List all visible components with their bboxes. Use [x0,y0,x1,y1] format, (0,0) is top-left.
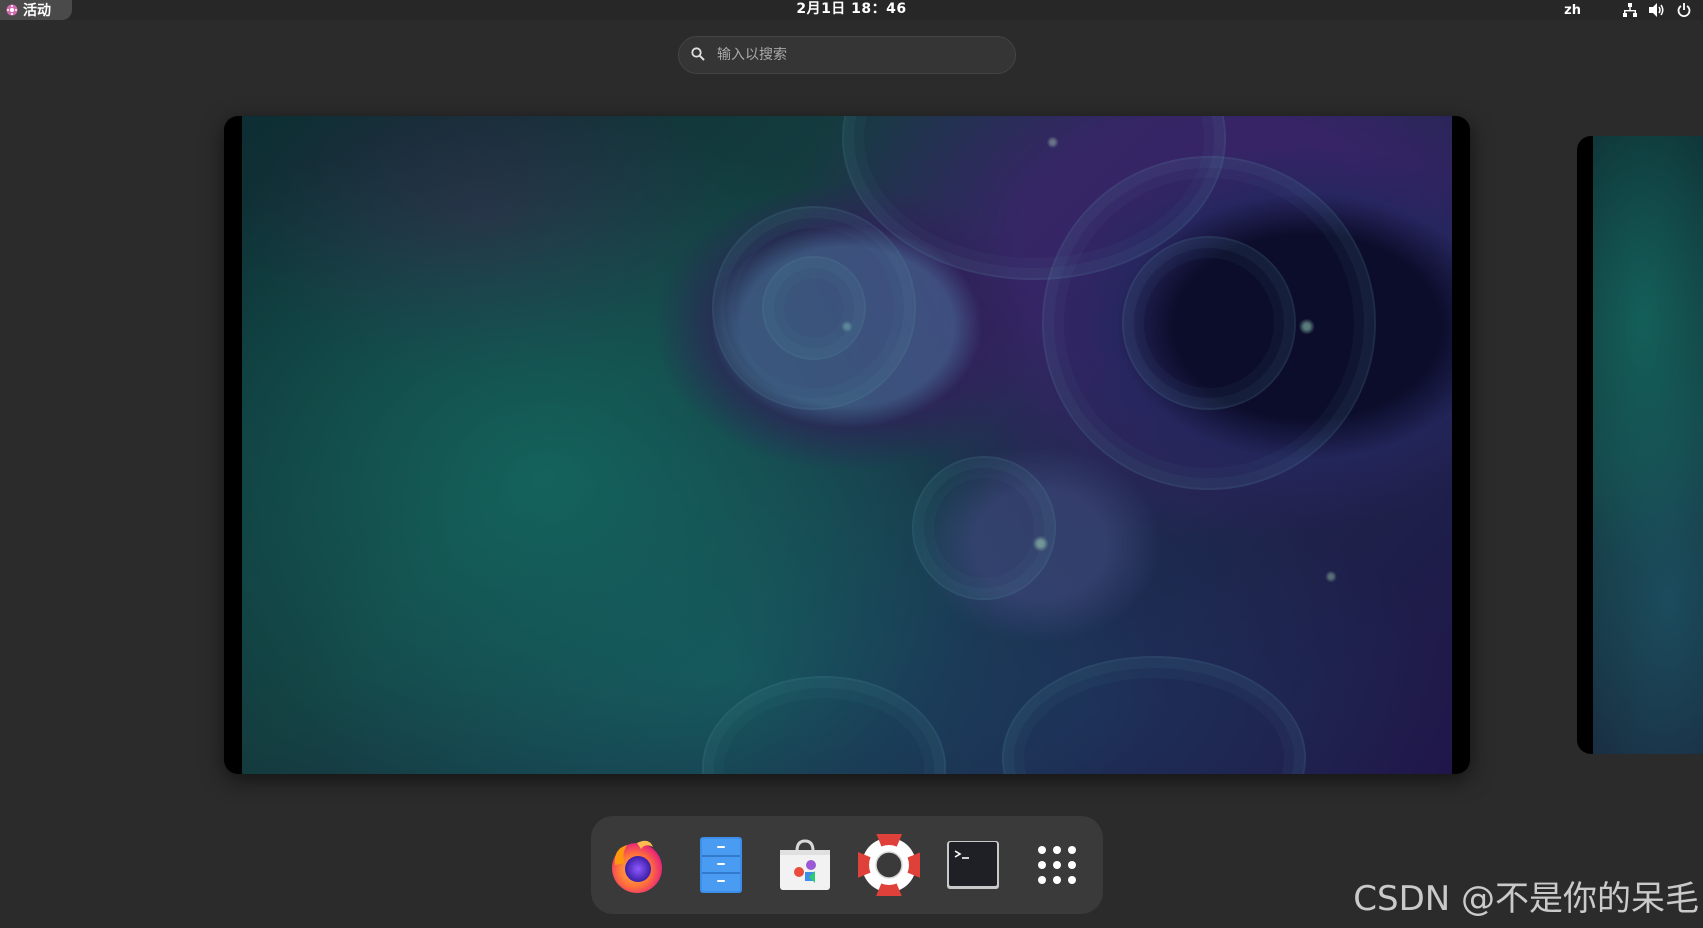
nebula-ring [1122,236,1296,410]
files-icon [696,835,746,895]
dash-item-firefox[interactable] [606,834,668,896]
system-tray[interactable]: zh [1564,0,1691,20]
workspace-thumbnail-next[interactable] [1577,136,1703,754]
dash-item-terminal[interactable] [942,834,1004,896]
volume-icon[interactable] [1649,3,1665,17]
help-icon [858,834,920,896]
search-icon [691,46,705,65]
search-input[interactable] [715,46,989,64]
nebula-ring [912,456,1056,600]
dash-item-help[interactable] [858,834,920,896]
dash-item-software[interactable] [774,834,836,896]
firefox-icon [607,835,667,895]
language-indicator[interactable]: zh [1564,3,1581,18]
nebula-ring [762,256,866,360]
nebula-ring [702,676,946,774]
power-icon[interactable] [1677,3,1691,17]
watermark: CSDN @不是你的呆毛 [1353,879,1699,919]
nebula-ring [1002,656,1306,774]
app-grid-icon [1036,844,1078,886]
terminal-icon [945,839,1001,891]
workspace-thumbnail-current[interactable] [224,116,1470,774]
wallpaper [242,116,1452,774]
software-icon [775,835,835,895]
search-box[interactable] [678,36,1016,74]
network-icon[interactable] [1623,3,1637,17]
dash-item-show-applications[interactable] [1026,834,1088,896]
wallpaper [1593,136,1703,754]
dash-item-files[interactable] [690,834,752,896]
dash [591,816,1103,914]
clock[interactable]: 2月1日 18：46 [0,0,1703,20]
top-bar: 活动 2月1日 18：46 zh [0,0,1703,20]
